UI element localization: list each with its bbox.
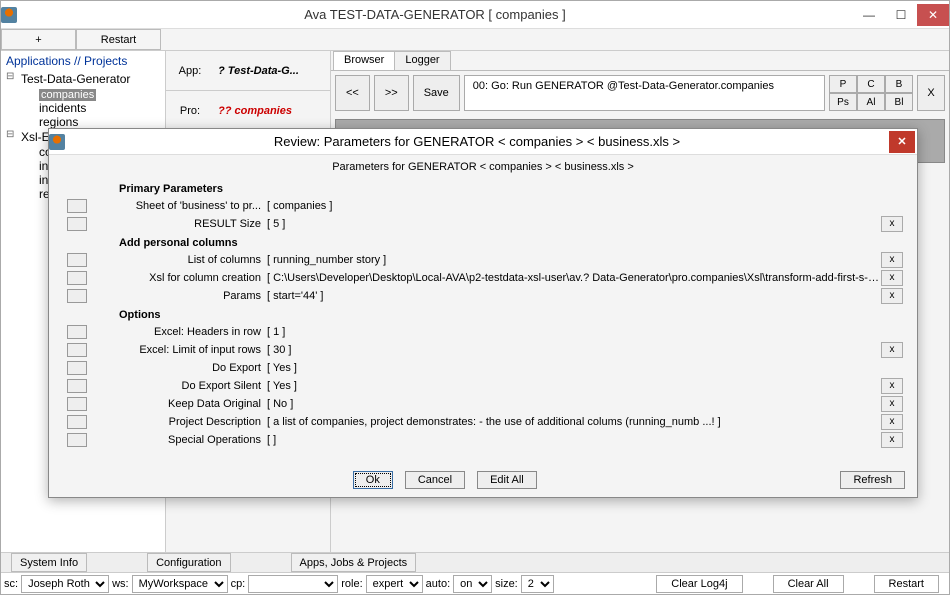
shortcut-grid: P C B Ps Al Bl: [829, 75, 913, 111]
add-button[interactable]: +: [1, 29, 76, 50]
param-checkbox[interactable]: [67, 361, 87, 375]
tree-item[interactable]: regions: [3, 115, 163, 129]
window-title: Ava TEST-DATA-GENERATOR [ companies ]: [17, 7, 853, 22]
dialog-close-button[interactable]: ✕: [889, 131, 915, 153]
nav-forward-button[interactable]: >>: [374, 75, 409, 111]
cp-select[interactable]: [248, 575, 338, 593]
clear-log4j-button[interactable]: Clear Log4j: [656, 575, 742, 593]
minimize-button[interactable]: —: [853, 4, 885, 26]
param-remove-button[interactable]: x: [881, 270, 903, 286]
cancel-button[interactable]: Cancel: [405, 471, 465, 489]
titlebar: Ava TEST-DATA-GENERATOR [ companies ] — …: [1, 1, 949, 29]
footer-bar: sc: Joseph Roth ws: MyWorkspace cp: role…: [1, 572, 949, 594]
param-checkbox[interactable]: [67, 397, 87, 411]
param-checkbox[interactable]: [67, 271, 87, 285]
shortcut-c[interactable]: C: [857, 75, 885, 93]
system-info-button[interactable]: System Info: [11, 553, 87, 572]
param-remove-button[interactable]: x: [881, 432, 903, 448]
app-label: App:: [166, 65, 214, 77]
param-checkbox[interactable]: [67, 289, 87, 303]
pro-label: Pro:: [166, 105, 214, 117]
dialog-title: Review: Parameters for GENERATOR < compa…: [65, 134, 889, 149]
param-checkbox[interactable]: [67, 433, 87, 447]
configuration-button[interactable]: Configuration: [147, 553, 230, 572]
apps-jobs-button[interactable]: Apps, Jobs & Projects: [291, 553, 417, 572]
edit-all-button[interactable]: Edit All: [477, 471, 537, 489]
role-select[interactable]: expert: [366, 575, 423, 593]
param-checkbox[interactable]: [67, 379, 87, 393]
tree-item-companies[interactable]: companies: [3, 87, 163, 101]
refresh-button[interactable]: Refresh: [840, 471, 905, 489]
close-button[interactable]: ✕: [917, 4, 949, 26]
shortcut-ps[interactable]: Ps: [829, 93, 857, 111]
dialog-subtitle: Parameters for GENERATOR < companies > <…: [49, 155, 917, 179]
param-remove-button[interactable]: x: [881, 414, 903, 430]
status-bar: System Info Configuration Apps, Jobs & P…: [1, 552, 949, 572]
clear-all-button[interactable]: Clear All: [773, 575, 844, 593]
tree-header: Applications // Projects: [1, 51, 165, 71]
toolbar: + Restart: [1, 29, 949, 51]
param-checkbox[interactable]: [67, 253, 87, 267]
restart-button[interactable]: Restart: [76, 29, 161, 50]
section-options: Options: [59, 305, 907, 323]
tab-browser[interactable]: Browser: [333, 51, 395, 70]
param-checkbox[interactable]: [67, 199, 87, 213]
auto-select[interactable]: on: [453, 575, 492, 593]
parameters-dialog: Review: Parameters for GENERATOR < compa…: [48, 128, 918, 498]
param-checkbox[interactable]: [67, 343, 87, 357]
param-remove-button[interactable]: x: [881, 378, 903, 394]
sc-select[interactable]: Joseph Roth: [21, 575, 109, 593]
shortcut-b[interactable]: B: [885, 75, 913, 93]
param-checkbox[interactable]: [67, 217, 87, 231]
nav-close-button[interactable]: X: [917, 75, 945, 111]
section-primary: Primary Parameters: [59, 179, 907, 197]
param-remove-button[interactable]: x: [881, 252, 903, 268]
ok-button[interactable]: Ok: [353, 471, 393, 489]
pro-value[interactable]: ?? companies: [214, 105, 330, 117]
param-checkbox[interactable]: [67, 325, 87, 339]
tab-logger[interactable]: Logger: [394, 51, 450, 70]
tree-item[interactable]: incidents: [3, 101, 163, 115]
param-remove-button[interactable]: x: [881, 342, 903, 358]
maximize-button[interactable]: ☐: [885, 4, 917, 26]
param-checkbox[interactable]: [67, 415, 87, 429]
footer-restart-button[interactable]: Restart: [874, 575, 939, 593]
ws-select[interactable]: MyWorkspace: [132, 575, 228, 593]
java-icon: [49, 134, 65, 150]
size-select[interactable]: 2: [521, 575, 554, 593]
nav-back-button[interactable]: <<: [335, 75, 370, 111]
shortcut-al[interactable]: Al: [857, 93, 885, 111]
address-field[interactable]: 00: Go: Run GENERATOR @Test-Data-Generat…: [464, 75, 825, 111]
shortcut-bl[interactable]: Bl: [885, 93, 913, 111]
param-remove-button[interactable]: x: [881, 396, 903, 412]
save-button[interactable]: Save: [413, 75, 460, 111]
java-icon: [1, 7, 17, 23]
section-columns: Add personal columns: [59, 233, 907, 251]
app-value[interactable]: ? Test-Data-G...: [214, 65, 330, 77]
shortcut-p[interactable]: P: [829, 75, 857, 93]
tree-node[interactable]: Test-Data-Generator: [3, 71, 163, 87]
param-remove-button[interactable]: x: [881, 288, 903, 304]
param-remove-button[interactable]: x: [881, 216, 903, 232]
